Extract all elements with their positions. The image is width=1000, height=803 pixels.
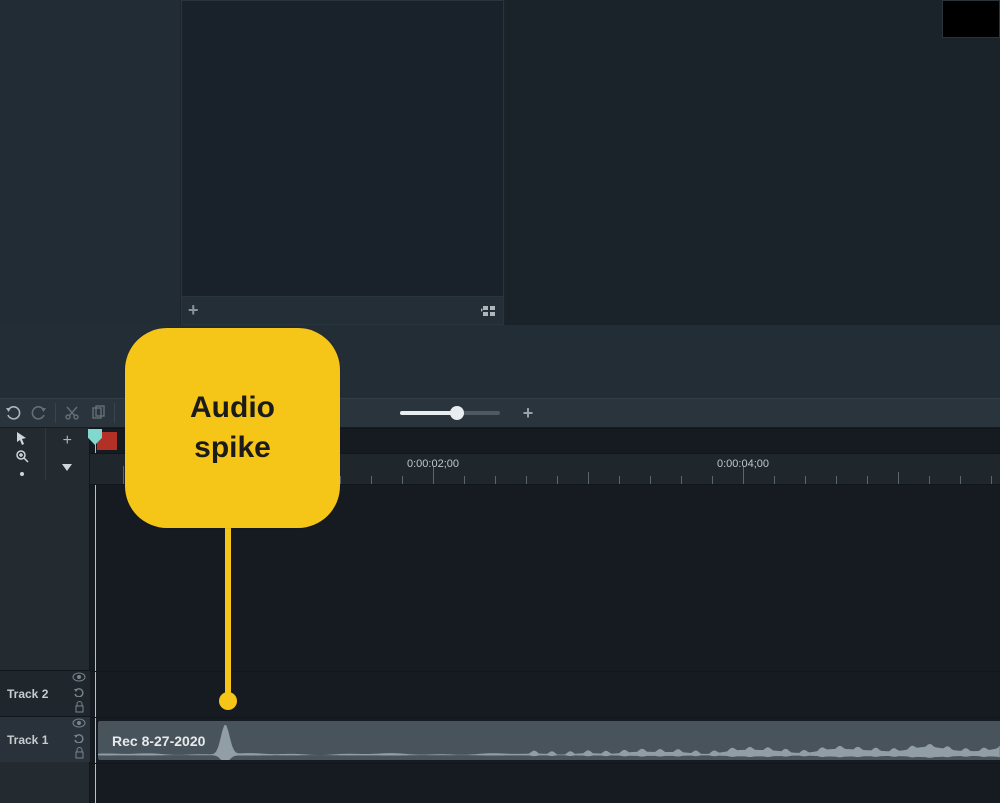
lock-icon[interactable]	[74, 747, 85, 762]
preview-toolbar: +	[182, 296, 503, 324]
undo-small-icon[interactable]	[73, 686, 85, 700]
zoom-slider[interactable]	[400, 411, 500, 415]
eye-icon[interactable]	[72, 671, 86, 685]
lock-icon[interactable]	[74, 701, 85, 716]
preview-panel: +	[181, 0, 504, 325]
redo-button[interactable]	[26, 400, 52, 426]
toolbar-separator	[114, 403, 115, 423]
track-header-1[interactable]: Track 1	[0, 716, 90, 762]
cut-button[interactable]	[59, 400, 85, 426]
audio-clip[interactable]: Rec 8-27-2020	[98, 721, 1000, 760]
timeline-row-track1[interactable]: Rec 8-27-2020	[90, 717, 1000, 763]
zoom-slider-fill	[400, 411, 456, 415]
track-header-icons	[68, 717, 90, 762]
marker-dot	[0, 464, 45, 482]
track-label: Track 1	[0, 733, 68, 747]
track-header-icons	[68, 671, 90, 716]
collapse-tracks-button[interactable]	[46, 454, 90, 480]
track-headers: Track 2 Track 1	[0, 670, 90, 762]
eye-icon[interactable]	[72, 717, 86, 731]
cursor-tool-button[interactable]	[0, 428, 45, 446]
annotation-callout: Audio spike	[125, 328, 340, 528]
timeline-row-spacer	[90, 763, 1000, 803]
undo-button[interactable]	[0, 400, 26, 426]
annotation-line1: Audio	[190, 388, 275, 429]
canvas-thumbnail	[942, 0, 1000, 38]
annotation-stem	[225, 520, 231, 698]
app-root: +	[0, 0, 1000, 803]
annotation-line2: spike	[194, 428, 271, 469]
track-header-2[interactable]: Track 2	[0, 670, 90, 716]
media-panel	[0, 0, 180, 325]
clip-label: Rec 8-27-2020	[112, 733, 205, 749]
track-tools-top: +	[0, 428, 89, 480]
canvas-panel	[505, 0, 1000, 325]
zoom-in-button[interactable]: +	[518, 403, 538, 424]
add-track-button[interactable]: +	[46, 428, 90, 454]
zoom-slider-knob[interactable]	[450, 406, 464, 420]
toolbar-separator	[55, 403, 56, 423]
add-media-button[interactable]: +	[188, 300, 199, 321]
undo-small-icon[interactable]	[73, 732, 85, 746]
annotation-dot	[219, 692, 237, 710]
zoom-tool-button[interactable]	[0, 446, 45, 464]
grid-icon[interactable]	[481, 304, 497, 318]
copy-button[interactable]	[85, 400, 111, 426]
track-label: Track 2	[0, 687, 68, 701]
audio-waveform	[98, 721, 1000, 760]
